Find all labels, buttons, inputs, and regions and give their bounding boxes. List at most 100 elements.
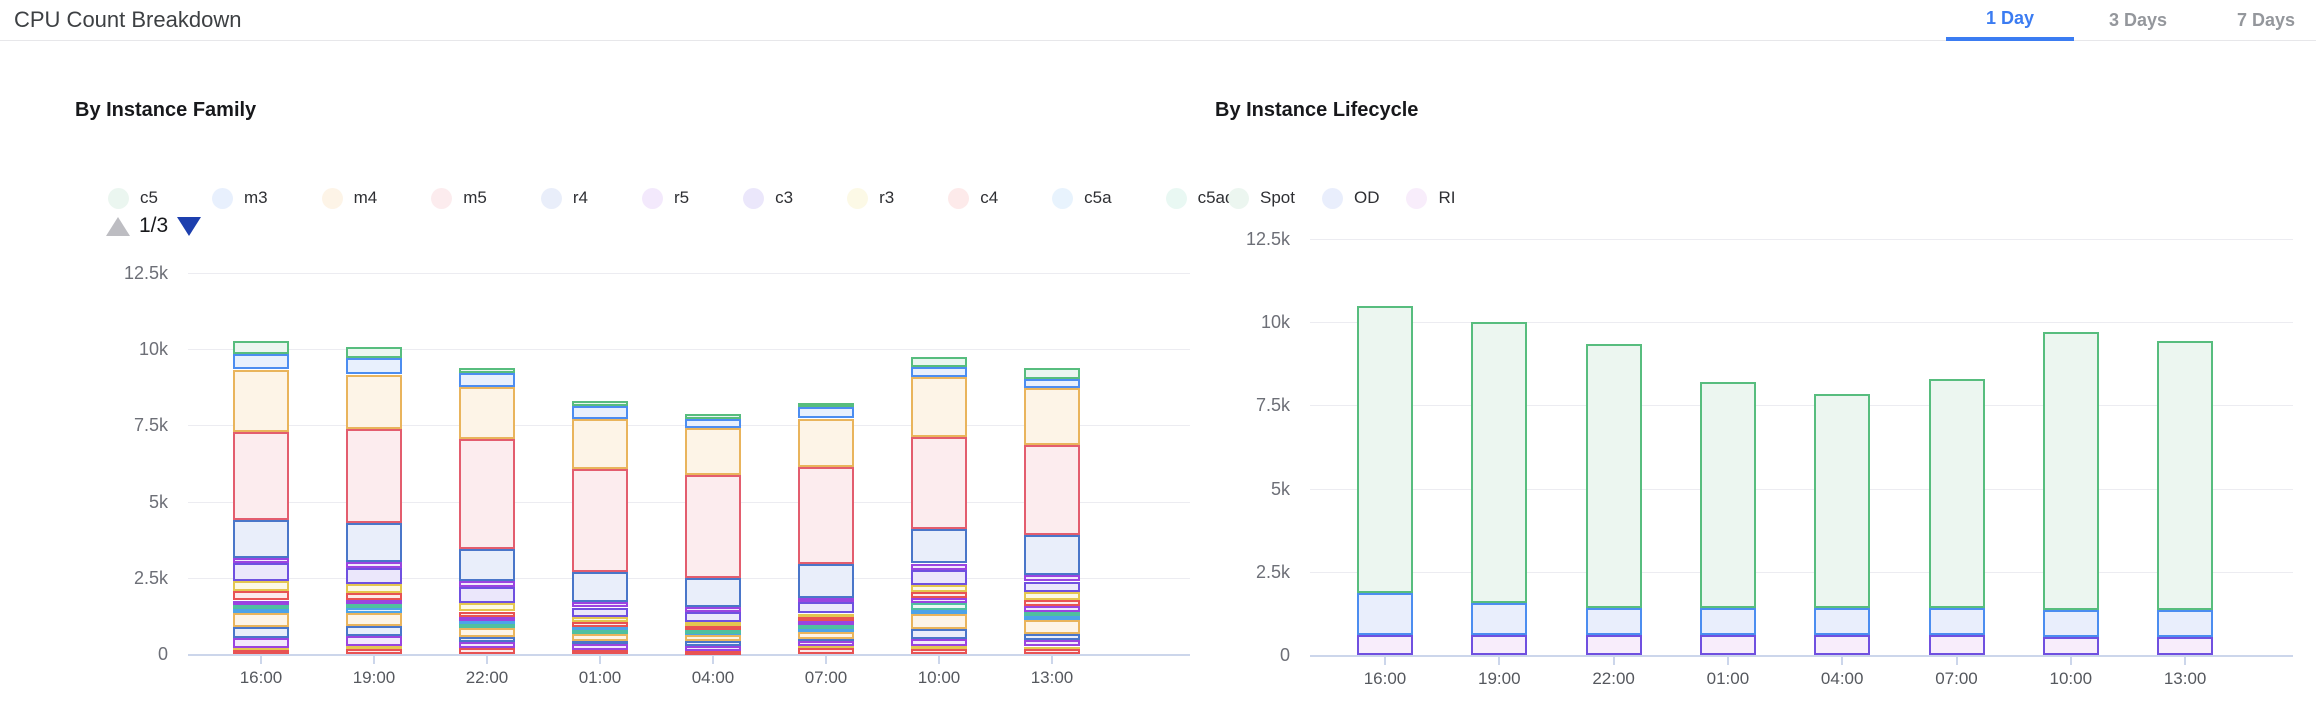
bar-04:00-segment-Spot[interactable] (1814, 394, 1870, 609)
bar-01:00-segment-r4[interactable] (572, 572, 628, 602)
bar-22:00-segment-r4[interactable] (459, 549, 515, 581)
bar-13:00-segment-r4[interactable] (1024, 634, 1080, 641)
bar-01:00-segment-m4[interactable] (572, 419, 628, 469)
bar-13:00-segment-m3[interactable] (1024, 379, 1080, 388)
bar-19:00-segment-Spot[interactable] (1471, 322, 1527, 603)
bar-10:00-segment-r4[interactable] (911, 529, 967, 563)
bar-07:00-segment-m4[interactable] (798, 419, 854, 468)
bar-16:00-segment-c5[interactable] (233, 341, 289, 354)
bar-16:00-segment-m4[interactable] (233, 613, 289, 627)
bar-10:00-segment-c5ad[interactable] (911, 603, 967, 610)
bar-10:00-segment-m4[interactable] (911, 377, 967, 438)
bar-10:00-segment-Spot[interactable] (2043, 332, 2099, 610)
bar-07:00-segment-m4[interactable] (798, 632, 854, 639)
bar-16:00-segment-m4[interactable] (233, 370, 289, 433)
bar-22:00-segment-r3[interactable] (459, 603, 515, 611)
bar-22:00-segment-m3[interactable] (459, 373, 515, 387)
tab-3-days[interactable]: 3 Days (2074, 0, 2202, 41)
bar-16:00-segment-m3[interactable] (233, 354, 289, 369)
bar-07:00-segment-RI[interactable] (1929, 635, 1985, 655)
bar-13:00-segment-c4[interactable] (1024, 649, 1080, 654)
bar-04:00-segment-c4[interactable] (685, 651, 741, 655)
bar-16:00-segment-r4[interactable] (233, 627, 289, 638)
bar-16:00-segment-r3[interactable] (233, 581, 289, 591)
bar-13:00-segment-c5[interactable] (1024, 368, 1080, 379)
bar-01:00-segment-c3[interactable] (572, 608, 628, 617)
bar-10:00-segment-c5[interactable] (911, 357, 967, 367)
bar-01:00-segment-m3[interactable] (572, 406, 628, 419)
bar-07:00-segment-c4[interactable] (798, 648, 854, 654)
bar-22:00-segment-c3[interactable] (459, 587, 515, 603)
bar-04:00-segment-OD[interactable] (1814, 608, 1870, 635)
bar-10:00-segment-r3[interactable] (911, 585, 967, 592)
tab-7-days[interactable]: 7 Days (2202, 0, 2316, 41)
bar-13:00-segment-RI[interactable] (2157, 637, 2213, 655)
bar-07:00-segment-Spot[interactable] (1929, 379, 1985, 609)
bar-10:00-segment-r4[interactable] (911, 629, 967, 639)
bar-19:00-segment-OD[interactable] (1471, 603, 1527, 635)
bar-01:00-segment-Spot[interactable] (1700, 382, 1756, 608)
bar-16:00-segment-OD[interactable] (1357, 593, 1413, 635)
bar-04:00-segment-m3[interactable] (685, 419, 741, 428)
bar-16:00-segment-RI[interactable] (1357, 635, 1413, 655)
bar-16:00-segment-r4[interactable] (233, 520, 289, 558)
bar-01:00-segment-RI[interactable] (1700, 635, 1756, 655)
bar-07:00-segment-m3[interactable] (798, 407, 854, 418)
bar-16:00-segment-c4[interactable] (233, 650, 289, 654)
bar-22:00-segment-RI[interactable] (1586, 635, 1642, 655)
bar-01:00-segment-c4[interactable] (572, 650, 628, 654)
bar-04:00-segment-m5[interactable] (685, 475, 741, 578)
bar-22:00-segment-c4[interactable] (459, 648, 515, 654)
bar-13:00-segment-Spot[interactable] (2157, 341, 2213, 611)
bar-16:00-segment-m5[interactable] (233, 432, 289, 520)
bar-19:00-segment-m4[interactable] (346, 613, 402, 626)
bar-16:00-segment-r5[interactable] (233, 638, 289, 648)
bar-13:00-segment-c3[interactable] (1024, 582, 1080, 592)
bar-13:00-segment-m4[interactable] (1024, 620, 1080, 634)
bar-19:00-segment-m5[interactable] (346, 429, 402, 523)
bar-13:00-segment-OD[interactable] (2157, 610, 2213, 637)
bar-13:00-segment-m4[interactable] (1024, 388, 1080, 444)
bar-04:00-segment-RI[interactable] (1814, 635, 1870, 655)
bar-16:00-segment-Spot[interactable] (1357, 306, 1413, 594)
bar-19:00-segment-r3[interactable] (346, 584, 402, 593)
bar-16:00-segment-c4[interactable] (233, 591, 289, 600)
bar-13:00-segment-r4[interactable] (1024, 535, 1080, 574)
bar-22:00-segment-m4[interactable] (459, 628, 515, 637)
bar-10:00-segment-RI[interactable] (2043, 637, 2099, 655)
bar-01:00-segment-OD[interactable] (1700, 608, 1756, 635)
bar-04:00-segment-c3[interactable] (685, 612, 741, 622)
bar-13:00-segment-r5[interactable] (1024, 575, 1080, 582)
bar-07:00-segment-c3[interactable] (798, 602, 854, 614)
bar-10:00-segment-r5[interactable] (911, 639, 967, 646)
bar-19:00-segment-c3[interactable] (346, 568, 402, 583)
bar-01:00-segment-m4[interactable] (572, 634, 628, 641)
bar-19:00-segment-m3[interactable] (346, 358, 402, 374)
bar-16:00-segment-c3[interactable] (233, 563, 289, 581)
bar-22:00-segment-OD[interactable] (1586, 608, 1642, 635)
bar-22:00-segment-m4[interactable] (459, 387, 515, 439)
tab-1-day[interactable]: 1 Day (1946, 0, 2074, 41)
bar-04:00-segment-r4[interactable] (685, 578, 741, 607)
bar-19:00-segment-r5[interactable] (346, 636, 402, 646)
bar-19:00-segment-r4[interactable] (346, 523, 402, 562)
bar-07:00-segment-OD[interactable] (1929, 608, 1985, 635)
bar-19:00-segment-c4[interactable] (346, 649, 402, 654)
bar-19:00-segment-r4[interactable] (346, 626, 402, 636)
bar-10:00-segment-c4[interactable] (911, 649, 967, 654)
bar-10:00-segment-OD[interactable] (2043, 610, 2099, 637)
bar-19:00-segment-c5[interactable] (346, 347, 402, 358)
bar-01:00-segment-m5[interactable] (572, 469, 628, 572)
bar-13:00-segment-m5[interactable] (1024, 445, 1080, 536)
bar-04:00-segment-m4[interactable] (685, 428, 741, 474)
bar-10:00-segment-c3[interactable] (911, 570, 967, 586)
bar-10:00-segment-m5[interactable] (911, 437, 967, 529)
bar-19:00-segment-RI[interactable] (1471, 635, 1527, 655)
bar-10:00-segment-m3[interactable] (911, 367, 967, 377)
bar-22:00-segment-m5[interactable] (459, 439, 515, 549)
bar-13:00-segment-r3[interactable] (1024, 592, 1080, 600)
bar-10:00-segment-m4[interactable] (911, 614, 967, 629)
bar-07:00-segment-r4[interactable] (798, 564, 854, 598)
bar-19:00-segment-m4[interactable] (346, 375, 402, 430)
bar-19:00-segment-c4[interactable] (346, 593, 402, 600)
